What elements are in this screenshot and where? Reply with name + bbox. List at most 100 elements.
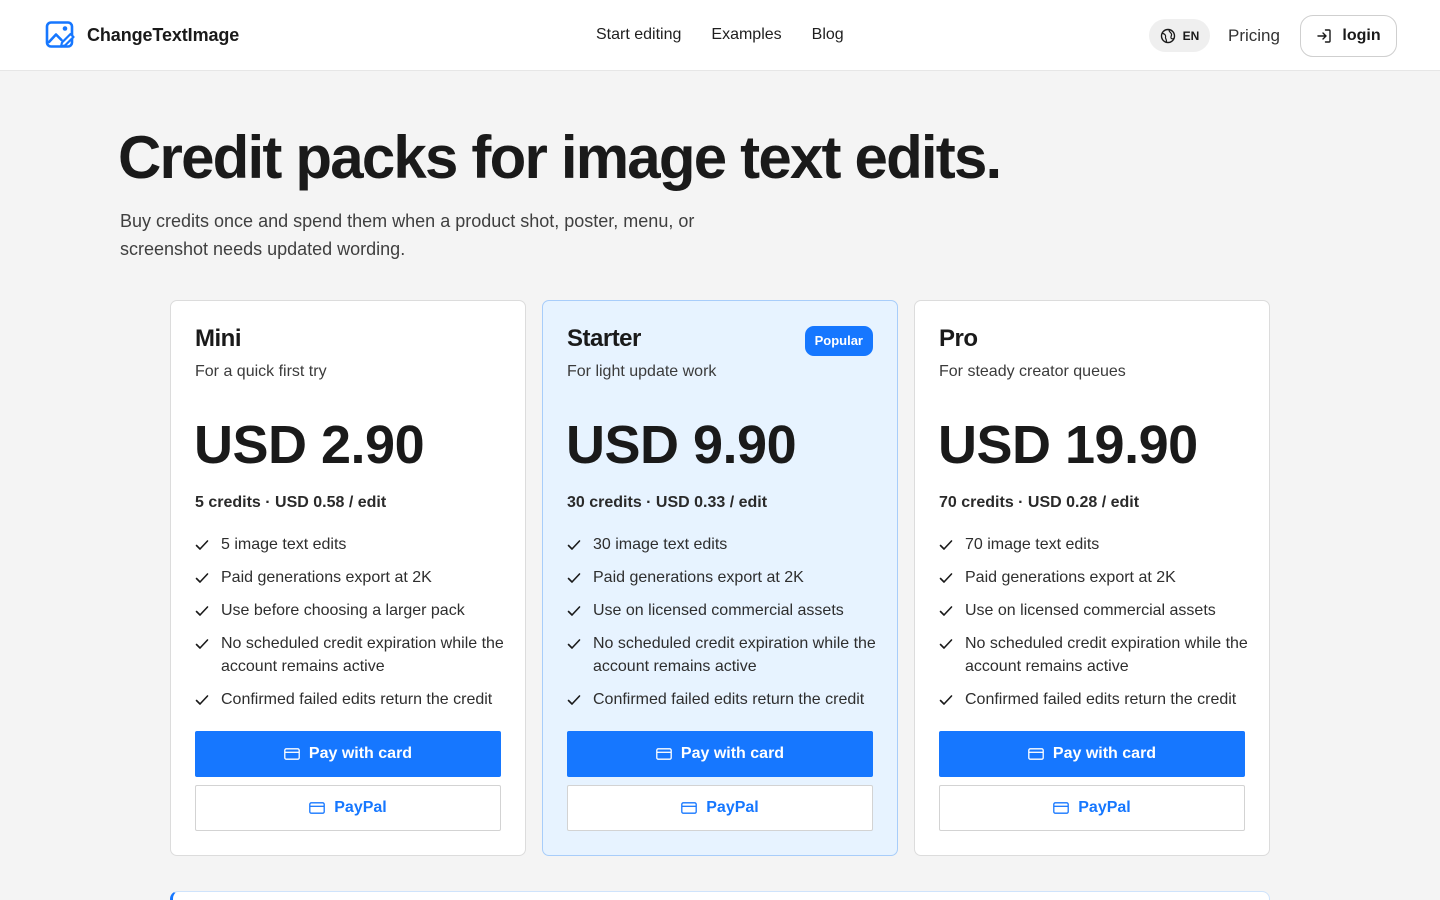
plan-card-mini: Mini For a quick first try USD 2.90 5 cr… — [170, 300, 526, 856]
feature-text: 30 image text edits — [593, 536, 728, 553]
plan-name: Pro — [939, 325, 978, 352]
feature-text: Confirmed failed edits return the credit — [593, 691, 865, 708]
feature-text: Confirmed failed edits return the credit — [221, 691, 493, 708]
feature-item: Paid generations export at 2K — [567, 566, 877, 589]
language-switcher[interactable]: EN — [1149, 19, 1210, 52]
feature-item: Use on licensed commercial assets — [939, 599, 1249, 622]
plan-price: USD 19.90 — [938, 415, 1198, 475]
credit-card-icon — [309, 802, 326, 814]
feature-item: No scheduled credit expiration while the… — [567, 632, 877, 678]
next-section-panel — [170, 891, 1270, 900]
check-icon — [567, 606, 581, 616]
plan-tagline: For a quick first try — [195, 363, 327, 380]
login-label: login — [1342, 27, 1381, 44]
plan-features: 30 image text edits Paid generations exp… — [567, 533, 877, 721]
feature-item: Use before choosing a larger pack — [195, 599, 505, 622]
feature-text: Paid generations export at 2K — [965, 569, 1176, 586]
paypal-label: PayPal — [334, 799, 387, 816]
feature-text: Use before choosing a larger pack — [221, 602, 465, 619]
globe-icon — [1160, 28, 1175, 43]
feature-item: 30 image text edits — [567, 533, 877, 556]
feature-item: Paid generations export at 2K — [939, 566, 1249, 589]
pay-card-label: Pay with card — [308, 745, 413, 762]
credit-card-icon — [681, 802, 698, 814]
feature-text: Use on licensed commercial assets — [965, 602, 1216, 619]
page-title: Credit packs for image text edits. — [118, 124, 1002, 191]
feature-text: No scheduled credit expiration while the… — [221, 635, 504, 675]
check-icon — [567, 695, 581, 705]
nav-blog[interactable]: Blog — [812, 25, 844, 45]
check-icon — [195, 639, 209, 649]
feature-text: No scheduled credit expiration while the… — [593, 635, 876, 675]
feature-item: 70 image text edits — [939, 533, 1249, 556]
plan-price: USD 9.90 — [566, 415, 797, 475]
credit-card-icon — [1053, 802, 1070, 814]
paypal-button[interactable]: PayPal — [567, 785, 873, 831]
plan-card-pro: Pro For steady creator queues USD 19.90 … — [914, 300, 1270, 856]
credit-card-icon — [656, 748, 672, 760]
feature-text: Use on licensed commercial assets — [593, 602, 844, 619]
feature-text: Confirmed failed edits return the credit — [965, 691, 1237, 708]
check-icon — [567, 573, 581, 583]
feature-item: Confirmed failed edits return the credit — [939, 688, 1249, 711]
feature-item: No scheduled credit expiration while the… — [195, 632, 505, 678]
pay-card-label: Pay with card — [680, 745, 785, 762]
check-icon — [939, 639, 953, 649]
check-icon — [195, 606, 209, 616]
nav-start-editing[interactable]: Start editing — [596, 25, 681, 45]
paypal-button[interactable]: PayPal — [195, 785, 501, 831]
paypal-button[interactable]: PayPal — [939, 785, 1245, 831]
image-edit-icon — [45, 21, 75, 48]
feature-text: Paid generations export at 2K — [221, 569, 432, 586]
popular-badge: Popular — [804, 326, 873, 356]
credit-card-icon — [1028, 748, 1044, 760]
plan-credits: 70 credits · USD 0.28 / edit — [939, 494, 1140, 511]
feature-item: Confirmed failed edits return the credit — [567, 688, 877, 711]
check-icon — [567, 639, 581, 649]
pay-with-card-button[interactable]: Pay with card — [567, 731, 873, 777]
check-icon — [195, 695, 209, 705]
plan-credits: 30 credits · USD 0.33 / edit — [567, 494, 768, 511]
credit-card-icon — [284, 748, 300, 760]
plan-tagline: For light update work — [567, 363, 717, 380]
plan-credits: 5 credits · USD 0.58 / edit — [195, 494, 387, 511]
paypal-label: PayPal — [1078, 799, 1131, 816]
plan-features: 70 image text edits Paid generations exp… — [939, 533, 1249, 721]
check-icon — [939, 540, 953, 550]
paypal-label: PayPal — [706, 799, 759, 816]
feature-item: Use on licensed commercial assets — [567, 599, 877, 622]
nav-pricing[interactable]: Pricing — [1228, 26, 1280, 46]
check-icon — [195, 540, 209, 550]
plan-card-starter: Starter Popular For light update work US… — [542, 300, 898, 856]
brand-name: ChangeTextImage — [87, 24, 240, 45]
plan-name: Mini — [195, 325, 242, 352]
page-subtitle: Buy credits once and spend them when a p… — [120, 211, 695, 259]
plan-price: USD 2.90 — [194, 415, 425, 475]
feature-item: No scheduled credit expiration while the… — [939, 632, 1249, 678]
site-header: ChangeTextImage Start editing Examples B… — [0, 0, 1440, 71]
feature-item: Confirmed failed edits return the credit — [195, 688, 505, 711]
login-arrow-icon — [1317, 29, 1332, 43]
check-icon — [567, 540, 581, 550]
check-icon — [939, 573, 953, 583]
plan-name: Starter — [567, 325, 641, 352]
feature-item: 5 image text edits — [195, 533, 505, 556]
plan-tagline: For steady creator queues — [939, 363, 1126, 380]
brand-link[interactable]: ChangeTextImage — [45, 20, 239, 50]
pay-with-card-button[interactable]: Pay with card — [939, 731, 1245, 777]
language-code: EN — [1182, 28, 1200, 43]
plan-features: 5 image text edits Paid generations expo… — [195, 533, 505, 721]
check-icon — [939, 695, 953, 705]
check-icon — [939, 606, 953, 616]
feature-text: 5 image text edits — [221, 536, 347, 553]
pay-card-label: Pay with card — [1052, 745, 1157, 762]
feature-text: No scheduled credit expiration while the… — [965, 635, 1248, 675]
pay-with-card-button[interactable]: Pay with card — [195, 731, 501, 777]
feature-item: Paid generations export at 2K — [195, 566, 505, 589]
check-icon — [195, 573, 209, 583]
feature-text: 70 image text edits — [965, 536, 1100, 553]
nav-examples[interactable]: Examples — [711, 25, 781, 45]
main-nav: Start editing Examples Blog — [596, 25, 844, 45]
login-button[interactable]: login — [1300, 15, 1397, 57]
feature-text: Paid generations export at 2K — [593, 569, 804, 586]
